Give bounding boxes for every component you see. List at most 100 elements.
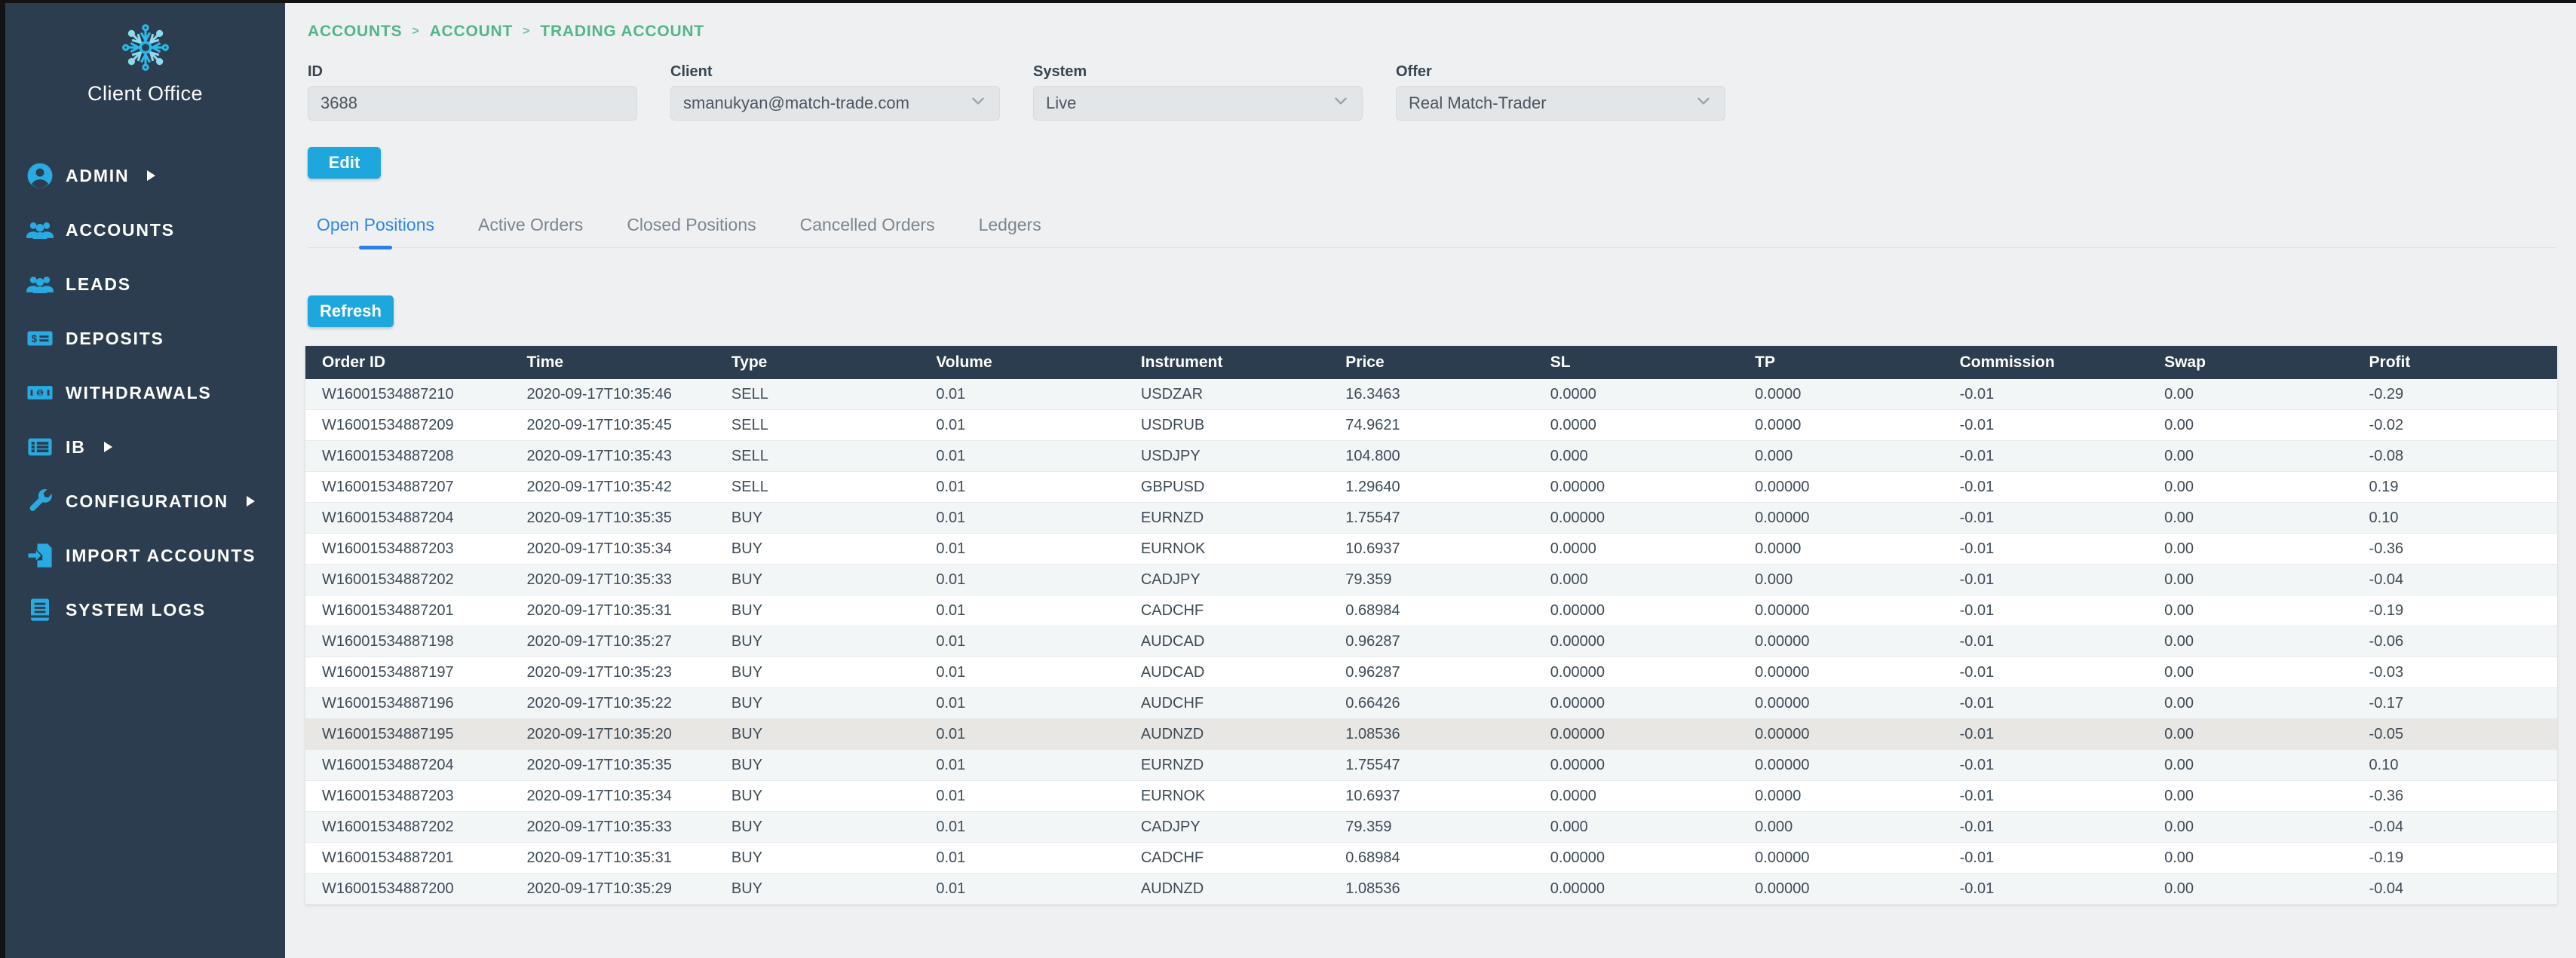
column-header-order-id: Order ID — [305, 346, 511, 379]
cell-order-id: W16001534887207 — [305, 471, 511, 503]
refresh-button[interactable]: Refresh — [308, 295, 394, 327]
cell-time: 2020-09-17T10:35:46 — [510, 379, 715, 410]
cell-commission: -0.01 — [1943, 379, 2148, 410]
edit-button[interactable]: Edit — [308, 147, 381, 179]
sidebar-item-import-accounts[interactable]: IMPORT ACCOUNTS — [5, 528, 285, 583]
cell-price: 0.96287 — [1329, 626, 1534, 657]
cell-swap: 0.00 — [2148, 440, 2353, 472]
cell-price: 0.68984 — [1329, 842, 1534, 874]
cell-tp: 0.000 — [1738, 811, 1943, 843]
sidebar-item-ib[interactable]: IB — [5, 420, 285, 474]
cell-order-id: W16001534887195 — [305, 718, 511, 750]
field-client: Client smanukyan@match-trade.com — [670, 63, 1000, 121]
cell-sl: 0.00000 — [1533, 873, 1739, 904]
cell-type: BUY — [714, 595, 920, 626]
table-row[interactable]: W16001534887204 2020-09-17T10:35:35 BUY 0.0… — [305, 749, 2557, 781]
cell-price: 10.6937 — [1329, 780, 1534, 812]
table-row[interactable]: W16001534887198 2020-09-17T10:35:27 BUY 0.0… — [305, 626, 2557, 657]
cell-commission: -0.01 — [1943, 626, 2148, 657]
column-header-swap: Swap — [2148, 346, 2353, 379]
table-row[interactable]: W16001534887203 2020-09-17T10:35:34 BUY 0.0… — [305, 533, 2557, 565]
cell-sl: 0.00000 — [1533, 471, 1739, 503]
column-header-sl: SL — [1533, 346, 1739, 379]
cell-tp: 0.0000 — [1738, 533, 1943, 565]
cell-order-id: W16001534887208 — [305, 440, 511, 472]
cell-sl: 0.0000 — [1533, 379, 1739, 410]
sidebar-item-leads[interactable]: LEADS — [5, 257, 285, 311]
cell-tp: 0.000 — [1738, 440, 1943, 472]
cell-instrument: EURNZD — [1124, 749, 1329, 781]
client-select[interactable]: smanukyan@match-trade.com — [670, 86, 1000, 121]
table-row[interactable]: W16001534887201 2020-09-17T10:35:31 BUY 0.0… — [305, 595, 2557, 626]
tab-cancelled-orders[interactable]: Cancelled Orders — [791, 212, 944, 247]
sidebar-item-label: IB — [66, 436, 86, 457]
cell-tp: 0.000 — [1738, 564, 1943, 595]
cell-sl: 0.0000 — [1533, 780, 1739, 812]
sidebar-item-system-logs[interactable]: SYSTEM LOGS — [5, 583, 285, 637]
sidebar-item-withdrawals[interactable]: $ WITHDRAWALS — [5, 366, 285, 420]
cell-instrument: CADJPY — [1124, 811, 1329, 843]
column-header-instrument: Instrument — [1124, 346, 1329, 379]
table-row[interactable]: W16001534887207 2020-09-17T10:35:42 SELL 0.… — [305, 471, 2557, 503]
breadcrumb-item[interactable]: ACCOUNT — [430, 23, 514, 41]
breadcrumb-item[interactable]: TRADING ACCOUNT — [540, 23, 704, 41]
table-row[interactable]: W16001534887200 2020-09-17T10:35:29 BUY 0.0… — [305, 873, 2557, 904]
cell-tp: 0.0000 — [1738, 379, 1943, 410]
column-header-tp: TP — [1738, 346, 1943, 379]
table-row[interactable]: W16001534887196 2020-09-17T10:35:22 BUY 0.0… — [305, 687, 2557, 719]
cell-time: 2020-09-17T10:35:31 — [510, 842, 715, 874]
cell-sl: 0.0000 — [1533, 409, 1739, 441]
cell-instrument: AUDNZD — [1124, 873, 1329, 904]
file-import-icon — [25, 540, 55, 571]
table-row[interactable]: W16001534887195 2020-09-17T10:35:20 BUY 0.0… — [305, 718, 2557, 750]
cell-volume: 0.01 — [919, 718, 1124, 750]
breadcrumb-item[interactable]: ACCOUNTS — [308, 23, 402, 41]
cell-swap: 0.00 — [2148, 409, 2353, 441]
id-input[interactable]: 3688 — [308, 86, 637, 121]
cell-commission: -0.01 — [1943, 718, 2148, 750]
cell-time: 2020-09-17T10:35:43 — [510, 440, 715, 472]
sidebar-item-label: ACCOUNTS — [66, 219, 175, 240]
table-row[interactable]: W16001534887202 2020-09-17T10:35:33 BUY 0.0… — [305, 564, 2557, 595]
chevron-right-icon — [103, 442, 112, 452]
cell-type: BUY — [714, 687, 920, 719]
field-value: Real Match-Trader — [1409, 93, 1547, 112]
cell-time: 2020-09-17T10:35:34 — [510, 780, 715, 812]
table-row[interactable]: W16001534887202 2020-09-17T10:35:33 BUY 0.0… — [305, 811, 2557, 843]
sidebar-item-accounts[interactable]: ACCOUNTS — [5, 203, 285, 257]
wrench-icon — [25, 486, 55, 516]
users-icon — [25, 269, 55, 299]
field-label: Client — [670, 63, 713, 80]
cell-sl: 0.00000 — [1533, 718, 1739, 750]
table-row[interactable]: W16001534887203 2020-09-17T10:35:34 BUY 0.0… — [305, 780, 2557, 812]
system-select[interactable]: Live — [1033, 86, 1363, 121]
tab-open-positions[interactable]: Open Positions — [308, 212, 443, 247]
cell-price: 79.359 — [1329, 564, 1534, 595]
cell-time: 2020-09-17T10:35:31 — [510, 595, 715, 626]
cell-swap: 0.00 — [2148, 533, 2353, 565]
cell-instrument: USDJPY — [1124, 440, 1329, 472]
sidebar-item-configuration[interactable]: CONFIGURATION — [5, 474, 285, 528]
list-icon — [25, 432, 55, 462]
table-row[interactable]: W16001534887197 2020-09-17T10:35:23 BUY 0.0… — [305, 657, 2557, 688]
table-row[interactable]: W16001534887210 2020-09-17T10:35:46 SELL 0.… — [305, 379, 2557, 410]
cell-order-id: W16001534887203 — [305, 533, 511, 565]
tab-active-orders[interactable]: Active Orders — [469, 212, 592, 247]
cell-tp: 0.00000 — [1738, 502, 1943, 534]
table-row[interactable]: W16001534887208 2020-09-17T10:35:43 SELL 0.… — [305, 440, 2557, 472]
sidebar-item-admin[interactable]: ADMIN — [5, 148, 285, 203]
cell-tp: 0.00000 — [1738, 657, 1943, 688]
cell-type: BUY — [714, 533, 920, 565]
table-row[interactable]: W16001534887209 2020-09-17T10:35:45 SELL 0.… — [305, 409, 2557, 441]
cell-swap: 0.00 — [2148, 811, 2353, 843]
offer-select[interactable]: Real Match-Trader — [1396, 86, 1725, 121]
table-row[interactable]: W16001534887201 2020-09-17T10:35:31 BUY 0.0… — [305, 842, 2557, 874]
tab-closed-positions[interactable]: Closed Positions — [618, 212, 765, 247]
cell-profit: -0.29 — [2352, 379, 2557, 410]
cell-sl: 0.00000 — [1533, 687, 1739, 719]
table-row[interactable]: W16001534887204 2020-09-17T10:35:35 BUY 0.0… — [305, 502, 2557, 534]
cell-commission: -0.01 — [1943, 502, 2148, 534]
sidebar-item-deposits[interactable]: $ DEPOSITS — [5, 311, 285, 366]
cell-tp: 0.00000 — [1738, 626, 1943, 657]
tab-ledgers[interactable]: Ledgers — [970, 212, 1050, 247]
